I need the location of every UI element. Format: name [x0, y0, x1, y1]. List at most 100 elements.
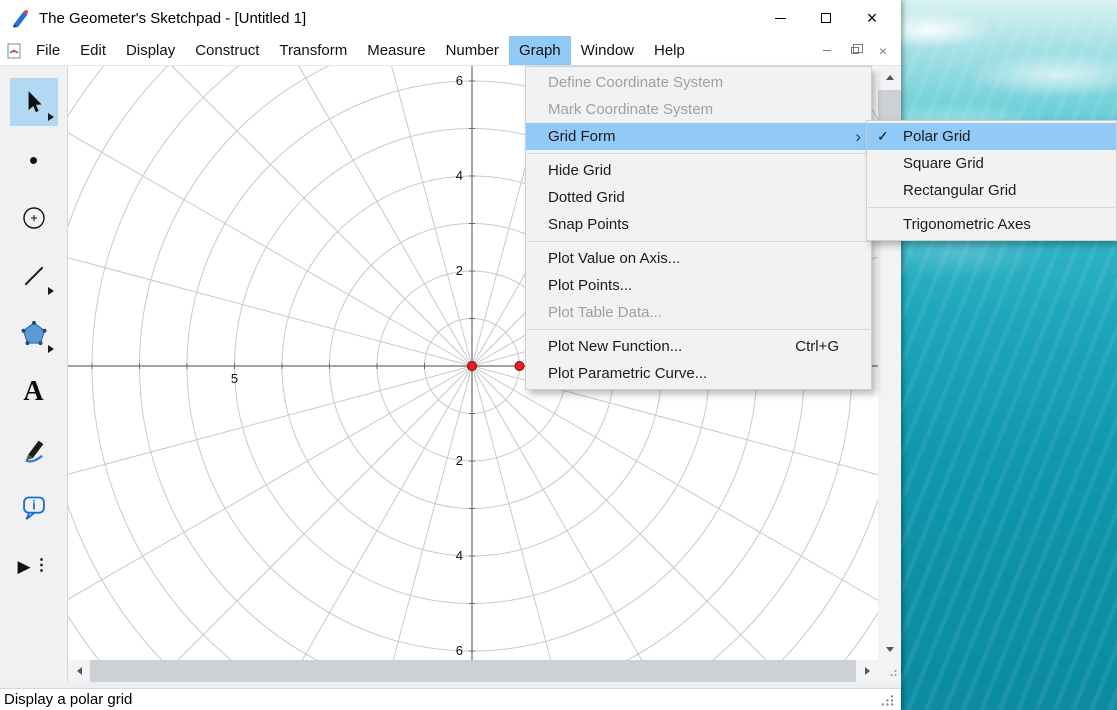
menubar-item-display[interactable]: Display	[116, 36, 185, 65]
custom-tool-icon: ▶ ⋮	[17, 558, 49, 575]
checkmark-icon: ✓	[877, 128, 889, 144]
grid-form-submenu: ✓ Polar Grid Square Grid Rectangular Grid Tr…	[866, 120, 1117, 241]
menu-item-label: Grid Form	[548, 128, 616, 145]
scroll-up-icon	[885, 74, 894, 80]
vertical-dots-icon: ⋮	[33, 557, 50, 574]
menu-item-label: Plot Parametric Curve...	[548, 365, 708, 382]
mdi-minimize-button[interactable]	[817, 42, 837, 60]
menu-item-label: Square Grid	[903, 155, 984, 172]
title-bar: The Geometer's Sketchpad - [Untitled 1] …	[0, 0, 901, 36]
menu-separator	[527, 153, 870, 154]
menu-separator	[868, 207, 1115, 208]
menu-item-plot-parametric-curve[interactable]: Plot Parametric Curve...	[526, 360, 871, 387]
menu-item-label: Dotted Grid	[548, 189, 625, 206]
scroll-left-icon	[76, 667, 82, 675]
scroll-down-button[interactable]	[878, 638, 901, 660]
menu-item-label: Mark Coordinate System	[548, 101, 714, 118]
selection-arrow-tool-button[interactable]	[9, 78, 58, 126]
menu-item-plot-table-data: Plot Table Data...	[526, 299, 871, 326]
scroll-down-icon	[885, 646, 894, 652]
menu-item-snap-points[interactable]: Snap Points	[526, 211, 871, 238]
mdi-close-icon: ×	[878, 42, 888, 59]
menu-item-label: Polar Grid	[903, 128, 971, 145]
flyout-arrow-icon	[47, 113, 54, 121]
text-tool-button[interactable]: A	[10, 368, 58, 416]
mdi-restore-button[interactable]	[845, 42, 865, 60]
menubar-item-number[interactable]: Number	[436, 36, 509, 65]
custom-tool-button[interactable]: ▶ ⋮	[10, 542, 58, 590]
resize-grip-icon[interactable]	[887, 669, 898, 679]
info-i-glyph: i	[32, 498, 36, 513]
menubar-item-window[interactable]: Window	[571, 36, 644, 65]
menu-item-mark-coordinate-system: Mark Coordinate System	[526, 96, 871, 123]
menu-bar: File Edit Display Construct Transform Measure…	[0, 36, 901, 66]
menu-item-plot-points[interactable]: Plot Points...	[526, 272, 871, 299]
compass-circle-icon	[22, 207, 45, 229]
status-bar: Display a polar grid	[0, 688, 901, 710]
menu-item-grid-form[interactable]: Grid Form ›	[526, 123, 871, 150]
marker-tool-button[interactable]	[10, 426, 58, 474]
svg-text:5: 5	[231, 371, 238, 386]
svg-text:4: 4	[456, 548, 463, 563]
menu-item-label: Plot New Function...	[548, 338, 683, 355]
information-tool-button[interactable]: i	[10, 484, 58, 532]
flyout-arrow-icon	[47, 345, 54, 353]
menu-item-plot-new-function[interactable]: Plot New Function... Ctrl+G	[526, 333, 871, 360]
tool-palette: A i ▶ ⋮	[0, 66, 68, 682]
menu-item-trigonometric-axes[interactable]: Trigonometric Axes	[867, 211, 1116, 238]
menu-item-label: Hide Grid	[548, 162, 612, 179]
menubar-item-measure[interactable]: Measure	[357, 36, 435, 65]
minimize-button[interactable]	[757, 0, 803, 36]
compass-tool-button[interactable]	[10, 194, 58, 242]
scroll-right-button[interactable]	[856, 660, 878, 682]
window-controls: ×	[757, 0, 901, 36]
svg-text:6: 6	[456, 643, 463, 658]
horizontal-scrollbar[interactable]	[68, 660, 878, 682]
scroll-up-button[interactable]	[878, 66, 901, 88]
menubar-item-file[interactable]: File	[26, 36, 70, 65]
point-tool-button[interactable]	[10, 136, 58, 184]
straightedge-tool-button[interactable]	[10, 252, 58, 300]
mdi-close-button[interactable]: ×	[873, 42, 893, 60]
graph-menu: Define Coordinate System Mark Coordinate …	[525, 66, 872, 390]
text-tool-icon: A	[23, 376, 44, 407]
window-title: The Geometer's Sketchpad - [Untitled 1]	[39, 9, 307, 27]
svg-text:2: 2	[456, 263, 463, 278]
menu-item-square-grid[interactable]: Square Grid	[867, 150, 1116, 177]
menubar-item-construct[interactable]: Construct	[185, 36, 269, 65]
menu-item-plot-value-on-axis[interactable]: Plot Value on Axis...	[526, 245, 871, 272]
selection-arrow-icon	[28, 91, 42, 113]
desktop-wallpaper	[899, 0, 1117, 710]
maximize-button[interactable]	[803, 0, 849, 36]
menu-item-label: Define Coordinate System	[548, 74, 724, 91]
flyout-arrow-icon	[47, 287, 54, 295]
close-icon: ×	[866, 8, 878, 28]
menu-item-rectangular-grid[interactable]: Rectangular Grid	[867, 177, 1116, 204]
polygon-tool-button[interactable]	[10, 310, 58, 358]
svg-text:4: 4	[456, 168, 463, 183]
menu-item-label: Plot Table Data...	[548, 304, 662, 321]
submenu-arrow-icon: ›	[855, 127, 861, 146]
menubar-item-graph[interactable]: Graph	[508, 36, 571, 65]
scrollbar-corner	[878, 660, 901, 682]
menubar-item-edit[interactable]: Edit	[70, 36, 116, 65]
status-text: Display a polar grid	[4, 691, 133, 708]
menu-separator	[527, 241, 870, 242]
menu-bar-items: File Edit Display Construct Transform Measure…	[26, 36, 695, 65]
menu-item-dotted-grid[interactable]: Dotted Grid	[526, 184, 871, 211]
status-resize-grip-icon[interactable]	[881, 694, 895, 706]
menu-item-hide-grid[interactable]: Hide Grid	[526, 157, 871, 184]
document-icon[interactable]	[6, 43, 22, 59]
horizontal-scroll-thumb[interactable]	[90, 660, 856, 682]
app-icon	[13, 10, 28, 28]
menu-item-polar-grid[interactable]: ✓ Polar Grid	[867, 123, 1116, 150]
menubar-item-help[interactable]: Help	[644, 36, 695, 65]
scroll-left-button[interactable]	[68, 660, 90, 682]
play-triangle-icon: ▶	[17, 556, 31, 576]
line-icon	[24, 266, 43, 286]
close-button[interactable]: ×	[849, 0, 895, 36]
minimize-icon	[774, 17, 786, 19]
menu-item-label: Trigonometric Axes	[903, 216, 1031, 233]
scroll-right-icon	[864, 667, 870, 675]
menubar-item-transform[interactable]: Transform	[269, 36, 357, 65]
